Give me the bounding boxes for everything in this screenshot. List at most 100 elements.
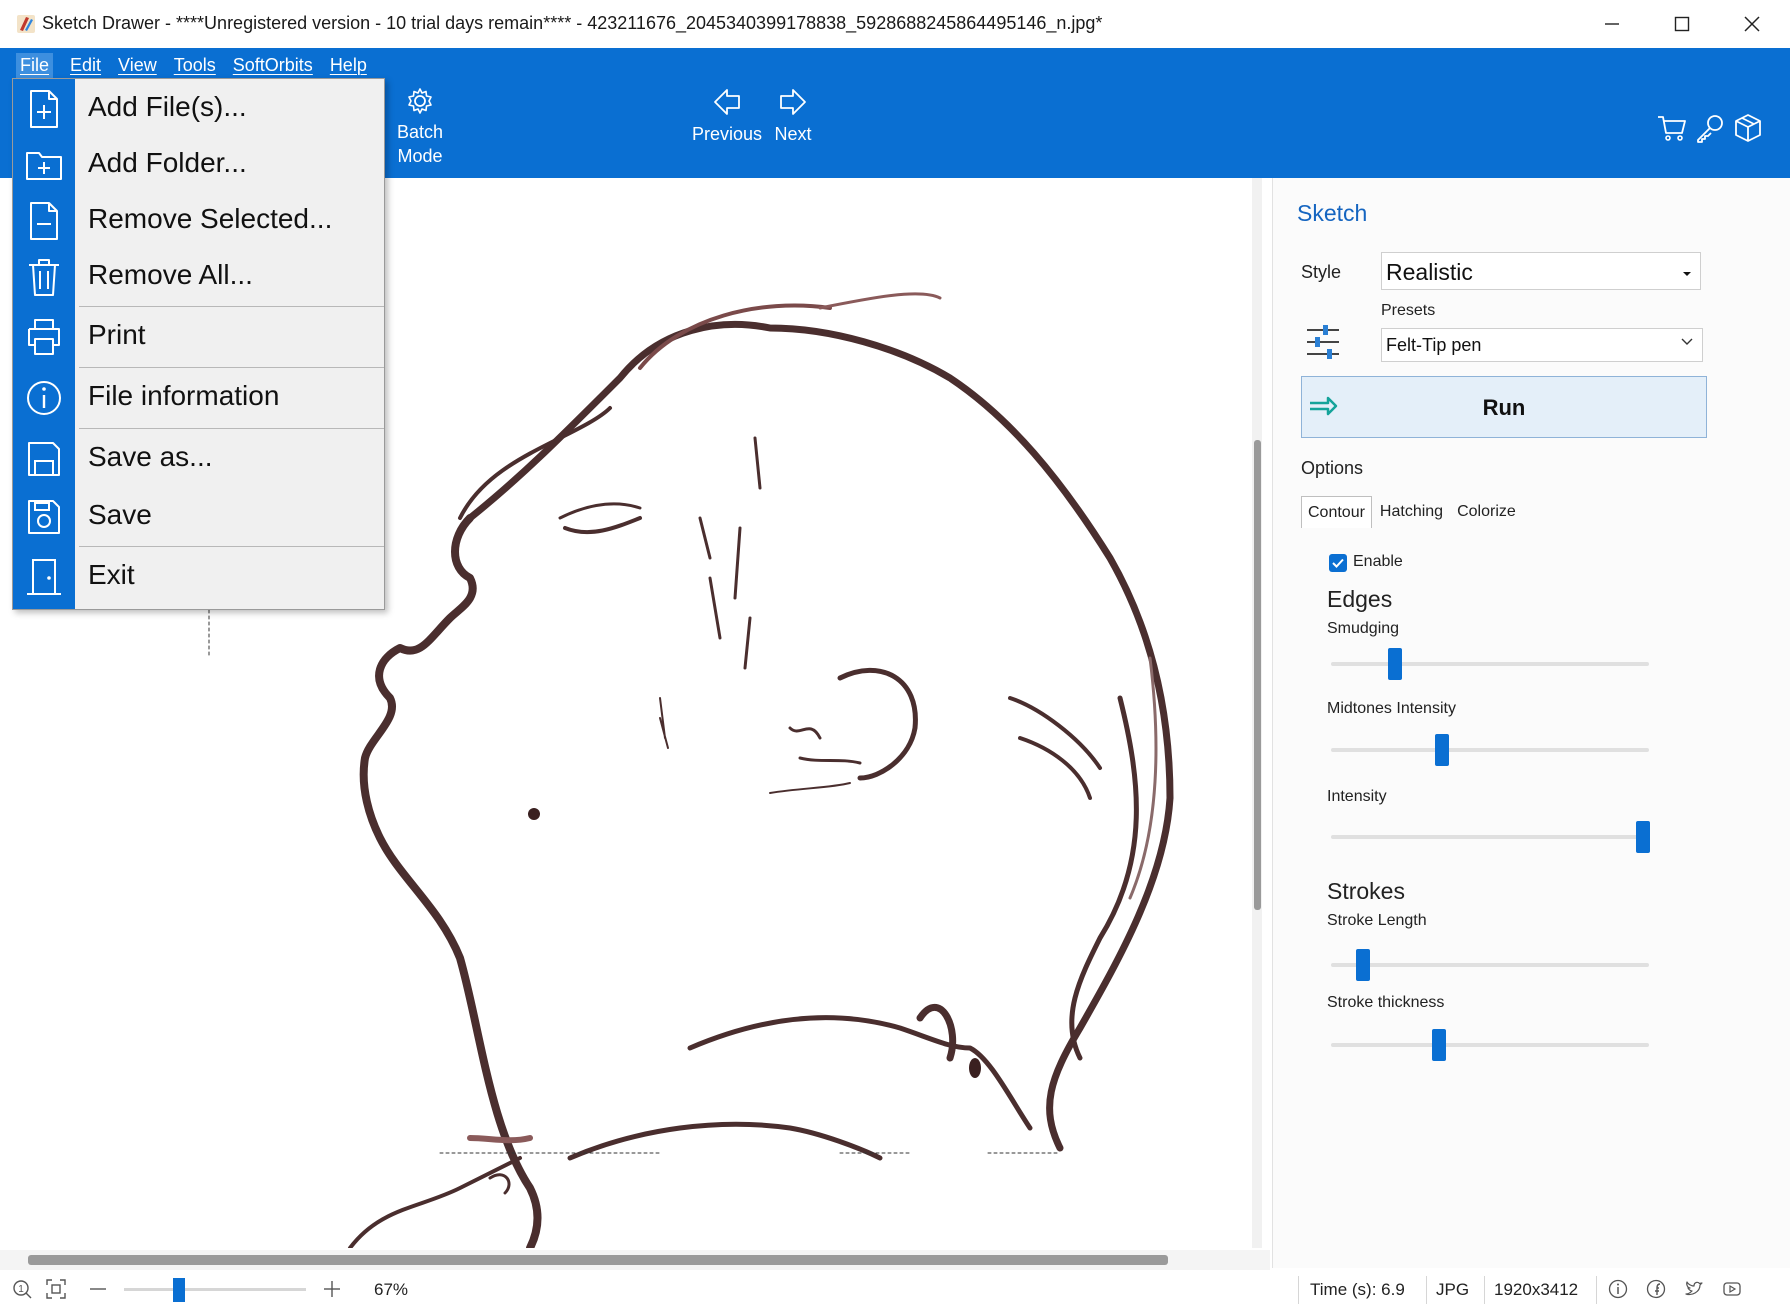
minimize-icon	[1605, 23, 1619, 25]
batch-mode-label-line1: Batch	[396, 122, 444, 142]
tab-hatching[interactable]: Hatching	[1374, 496, 1449, 528]
batch-mode-label-line2: Mode	[397, 146, 443, 166]
arrow-right-icon	[780, 89, 806, 115]
save-as-icon	[28, 442, 60, 476]
status-separator	[1298, 1276, 1299, 1304]
minimize-button[interactable]	[1576, 0, 1648, 48]
app-window: Sketch Drawer - ****Unregistered version…	[0, 0, 1790, 1308]
printer-icon	[28, 319, 60, 355]
menu-softorbits[interactable]: SoftOrbits	[233, 55, 313, 76]
menu-tools[interactable]: Tools	[174, 55, 216, 76]
zoom-in-icon[interactable]	[322, 1279, 342, 1299]
file-format: JPG	[1436, 1280, 1470, 1299]
twitter-icon[interactable]	[1684, 1279, 1704, 1299]
menu-save-as[interactable]: Save as...	[13, 431, 384, 487]
menu-file[interactable]: File	[16, 52, 54, 78]
menu-label: Save as...	[88, 441, 213, 472]
run-label: Run	[1482, 395, 1526, 420]
style-select[interactable]: Realistic	[1381, 252, 1701, 290]
next-button[interactable]: Next	[770, 86, 816, 146]
close-button[interactable]	[1716, 0, 1788, 48]
status-separator	[1596, 1276, 1597, 1304]
menu-separator	[79, 546, 384, 547]
gear-icon	[408, 88, 432, 114]
save-icon	[28, 500, 60, 534]
menu-remove-all[interactable]: Remove All...	[13, 249, 384, 305]
info-icon[interactable]	[1608, 1279, 1628, 1299]
maximize-icon	[1674, 16, 1690, 32]
style-label: Style	[1301, 262, 1342, 282]
facebook-icon[interactable]	[1646, 1279, 1666, 1299]
chevron-down-icon	[1680, 335, 1694, 354]
intensity-track[interactable]	[1331, 835, 1649, 839]
vertical-scroll-thumb[interactable]	[1254, 440, 1261, 910]
sliders-adjust-icon	[1307, 325, 1339, 359]
presets-label: Presets	[1381, 302, 1436, 319]
tab-contour[interactable]: Contour	[1301, 496, 1372, 528]
box-icon[interactable]	[1732, 112, 1764, 144]
presets-select[interactable]: Felt-Tip pen	[1381, 328, 1703, 362]
menu-file-information[interactable]: File information	[13, 370, 384, 426]
smudging-slider-thumb[interactable]	[1387, 648, 1402, 680]
menu-view[interactable]: View	[118, 55, 157, 76]
menu-edit[interactable]: Edit	[70, 55, 101, 76]
previous-button[interactable]: Previous	[690, 86, 764, 146]
enable-checkbox[interactable]	[1329, 554, 1347, 572]
status-separator	[1426, 1276, 1427, 1304]
add-folder-icon	[26, 152, 62, 180]
stroke-thickness-track[interactable]	[1331, 1043, 1649, 1047]
menu-label: Print	[88, 319, 146, 350]
youtube-icon[interactable]	[1722, 1279, 1742, 1299]
zoom-slider-track[interactable]	[124, 1288, 306, 1291]
menu-label: Remove Selected...	[88, 203, 333, 234]
next-label: Next	[774, 124, 812, 144]
stroke-length-track[interactable]	[1331, 963, 1649, 967]
tab-colorize[interactable]: Colorize	[1451, 496, 1522, 528]
panel-title: Sketch	[1297, 200, 1368, 226]
midtones-intensity-slider-thumb[interactable]	[1435, 734, 1450, 766]
maximize-button[interactable]	[1646, 0, 1718, 48]
image-dimensions: 1920x3412	[1494, 1280, 1579, 1299]
intensity-slider-thumb[interactable]	[1635, 821, 1650, 853]
menu-remove-selected[interactable]: Remove Selected...	[13, 193, 384, 249]
smudging-track[interactable]	[1331, 662, 1649, 666]
menu-add-folder[interactable]: Add Folder...	[13, 137, 384, 193]
menu-separator	[79, 428, 384, 429]
file-menu-dropdown: Add File(s)... Add Folder... Remove Sele…	[12, 78, 385, 610]
run-button[interactable]: Run	[1301, 376, 1707, 438]
stroke-length-slider-thumb[interactable]	[1355, 949, 1370, 981]
trash-icon	[29, 259, 59, 296]
zoom-info-icon[interactable]: 1	[12, 1279, 32, 1299]
menu-print[interactable]: Print	[13, 309, 384, 365]
stroke-thickness-label: Stroke thickness	[1327, 994, 1445, 1011]
zoom-slider-thumb[interactable]	[172, 1278, 185, 1302]
batch-mode-button[interactable]: Batch Mode	[392, 86, 448, 168]
menu-exit[interactable]: Exit	[13, 549, 384, 605]
zoom-out-icon[interactable]	[88, 1279, 108, 1299]
options-tabs: Contour Hatching Colorize	[1301, 496, 1524, 528]
sketch-settings-panel: Sketch Style Realistic Presets Felt-Tip …	[1272, 178, 1790, 1268]
status-separator	[1484, 1276, 1485, 1304]
status-bar: 1 67% Time (s): 6.9 JPG 1920x3412	[0, 1270, 1790, 1308]
add-file-icon	[30, 90, 58, 128]
menu-add-files[interactable]: Add File(s)...	[13, 81, 384, 137]
key-icon[interactable]	[1694, 112, 1726, 144]
dropdown-arrow-icon	[1682, 265, 1692, 283]
stroke-thickness-slider-thumb[interactable]	[1432, 1029, 1447, 1061]
intensity-label: Intensity	[1327, 788, 1387, 805]
style-value: Realistic	[1386, 259, 1473, 285]
menu-label: File information	[88, 380, 280, 411]
checkmark-icon	[1332, 558, 1344, 568]
menu-help[interactable]: Help	[330, 55, 367, 76]
svg-text:1: 1	[18, 1284, 24, 1295]
menu-label: Exit	[88, 559, 135, 590]
fit-to-window-icon[interactable]	[46, 1279, 66, 1299]
window-title: Sketch Drawer - ****Unregistered version…	[42, 13, 1103, 33]
cart-icon[interactable]	[1656, 112, 1688, 144]
horizontal-scroll-thumb[interactable]	[28, 1255, 1168, 1265]
menu-save[interactable]: Save	[13, 489, 384, 545]
strokes-heading: Strokes	[1327, 878, 1405, 904]
menu-label: Remove All...	[88, 259, 253, 290]
midtones-intensity-track[interactable]	[1331, 748, 1649, 752]
previous-label: Previous	[691, 124, 763, 144]
